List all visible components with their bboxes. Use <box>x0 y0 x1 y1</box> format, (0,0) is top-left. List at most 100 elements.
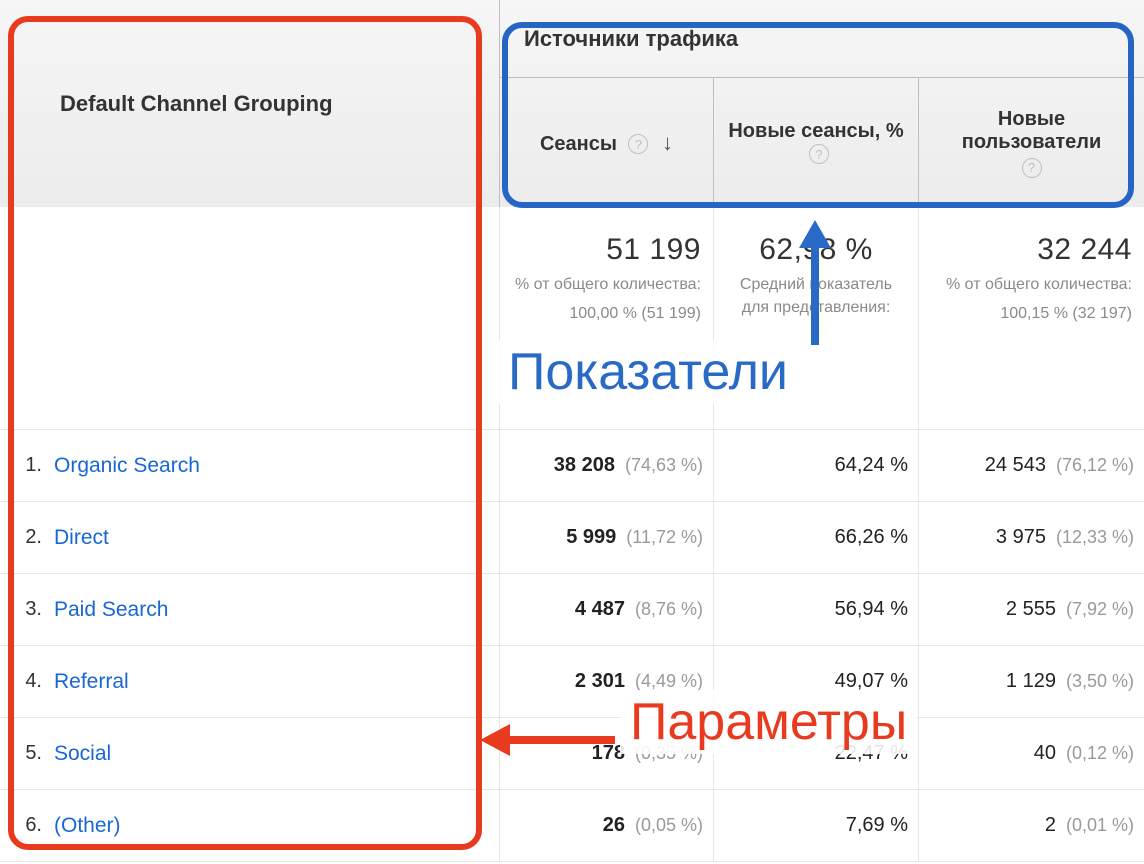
row-dimension-cell: 5. Social <box>0 718 500 789</box>
row-nu-pct: (76,12 %) <box>1056 455 1134 476</box>
channel-link[interactable]: Organic Search <box>54 454 200 478</box>
metrics-group-title: Источники трафика <box>500 0 1144 78</box>
channel-link[interactable]: Social <box>54 742 111 766</box>
summary-row: 51 199 % от общего количества: 100,00 % … <box>0 207 1144 430</box>
data-rows: 1. Organic Search 38 208 (74,63 %) 64,24… <box>0 430 1144 864</box>
col-new-sessions-pct-label: Новые сеансы, % <box>728 120 903 142</box>
table-row: 5. Social 178 (0,35 %) 22,47 % 40 (0,12 … <box>0 718 1144 790</box>
row-dimension-cell: 4. Referral <box>0 646 500 717</box>
row-sessions-value: 2 301 <box>575 670 625 693</box>
row-index: 1. <box>0 454 54 477</box>
row-index: 6. <box>0 814 54 837</box>
row-sessions: 38 208 (74,63 %) <box>500 430 714 501</box>
row-nu-value: 2 <box>1045 814 1056 837</box>
row-nu-pct: (12,33 %) <box>1056 527 1134 548</box>
row-sessions: 5 999 (11,72 %) <box>500 502 714 573</box>
table-header: Default Channel Grouping Источники трафи… <box>0 0 1144 207</box>
row-nu-value: 3 975 <box>996 526 1046 549</box>
row-nu-value: 2 555 <box>1006 598 1056 621</box>
row-new-users: 3 975 (12,33 %) <box>919 502 1144 573</box>
row-nu-pct: (7,92 %) <box>1066 599 1134 620</box>
help-icon[interactable]: ? <box>809 144 829 164</box>
row-sessions-value: 38 208 <box>554 454 615 477</box>
row-dimension-cell: 2. Direct <box>0 502 500 573</box>
col-header-sessions[interactable]: Сеансы ? ↓ <box>500 78 714 207</box>
row-index: 2. <box>0 526 54 549</box>
summary-nsp-sub: Средний показатель для представления: <box>726 273 906 319</box>
row-nsp: 49,07 % <box>714 646 919 717</box>
row-sessions: 26 (0,05 %) <box>500 790 714 861</box>
row-new-users: 2 (0,01 %) <box>919 790 1144 861</box>
row-new-users: 24 543 (76,12 %) <box>919 430 1144 501</box>
row-nu-pct: (0,01 %) <box>1066 815 1134 836</box>
col-header-new-users[interactable]: Новые пользователи ? <box>919 78 1144 207</box>
row-sessions-pct: (11,72 %) <box>626 527 703 548</box>
dimension-header-label: Default Channel Grouping <box>60 91 333 117</box>
channel-link[interactable]: Direct <box>54 526 109 550</box>
summary-new-users-sub1: % от общего количества: <box>931 273 1132 296</box>
metrics-group-title-text: Источники трафика <box>524 26 738 52</box>
analytics-report: Default Channel Grouping Источники трафи… <box>0 0 1144 864</box>
row-nu-value: 1 129 <box>1006 670 1056 693</box>
summary-sessions: 51 199 % от общего количества: 100,00 % … <box>500 207 714 429</box>
row-index: 4. <box>0 670 54 693</box>
row-sessions-pct: (0,05 %) <box>635 815 703 836</box>
row-nsp: 56,94 % <box>714 574 919 645</box>
row-nsp-value: 66,26 % <box>835 526 908 549</box>
summary-sessions-value: 51 199 <box>512 233 701 267</box>
row-sessions-pct: (0,35 %) <box>635 743 703 764</box>
row-sessions-value: 26 <box>603 814 625 837</box>
table-row: 1. Organic Search 38 208 (74,63 %) 64,24… <box>0 430 1144 502</box>
row-sessions-value: 178 <box>592 742 625 765</box>
summary-nsp-value: 62,98 % <box>726 233 906 267</box>
row-nsp: 7,69 % <box>714 790 919 861</box>
summary-new-users-value: 32 244 <box>931 233 1132 267</box>
row-nsp-value: 64,24 % <box>835 454 908 477</box>
table-row: 2. Direct 5 999 (11,72 %) 66,26 % 3 975 … <box>0 502 1144 574</box>
row-sessions-pct: (74,63 %) <box>625 455 703 476</box>
row-sessions-value: 4 487 <box>575 598 625 621</box>
row-nsp-value: 7,69 % <box>846 814 908 837</box>
summary-dimension-empty <box>0 207 500 429</box>
row-index: 5. <box>0 742 54 765</box>
row-new-users: 2 555 (7,92 %) <box>919 574 1144 645</box>
row-dimension-cell: 6. (Other) <box>0 790 500 861</box>
row-sessions-pct: (4,49 %) <box>635 671 703 692</box>
table-row: 3. Paid Search 4 487 (8,76 %) 56,94 % 2 … <box>0 574 1144 646</box>
row-nsp-value: 22,47 % <box>835 742 908 765</box>
metrics-column-headers: Сеансы ? ↓ Новые сеансы, % ? Новые польз… <box>500 78 1144 207</box>
help-icon[interactable]: ? <box>1022 158 1042 178</box>
row-nsp-value: 49,07 % <box>835 670 908 693</box>
col-new-users-label: Новые пользователи <box>962 108 1102 153</box>
channel-link[interactable]: Paid Search <box>54 598 168 622</box>
row-nu-pct: (0,12 %) <box>1066 743 1134 764</box>
row-dimension-cell: 1. Organic Search <box>0 430 500 501</box>
row-sessions: 4 487 (8,76 %) <box>500 574 714 645</box>
col-sessions-label: Сеансы <box>540 133 617 155</box>
summary-new-sessions-pct: 62,98 % Средний показатель для представл… <box>714 207 919 429</box>
row-sessions-pct: (8,76 %) <box>635 599 703 620</box>
summary-new-users-sub2: 100,15 % (32 197) <box>931 302 1132 325</box>
channel-link[interactable]: Referral <box>54 670 129 694</box>
row-nsp-value: 56,94 % <box>835 598 908 621</box>
dimension-header-cell[interactable]: Default Channel Grouping <box>0 0 500 207</box>
row-index: 3. <box>0 598 54 621</box>
row-nu-value: 24 543 <box>985 454 1046 477</box>
row-sessions-value: 5 999 <box>566 526 616 549</box>
row-nu-value: 40 <box>1034 742 1056 765</box>
help-icon[interactable]: ? <box>628 134 648 154</box>
row-new-users: 40 (0,12 %) <box>919 718 1144 789</box>
channel-link[interactable]: (Other) <box>54 814 121 838</box>
table-row: 6. (Other) 26 (0,05 %) 7,69 % 2 (0,01 %) <box>0 790 1144 862</box>
summary-new-users: 32 244 % от общего количества: 100,15 % … <box>919 207 1144 429</box>
row-nu-pct: (3,50 %) <box>1066 671 1134 692</box>
row-nsp: 64,24 % <box>714 430 919 501</box>
row-new-users: 1 129 (3,50 %) <box>919 646 1144 717</box>
row-nsp: 22,47 % <box>714 718 919 789</box>
summary-sessions-sub2: 100,00 % (51 199) <box>512 302 701 325</box>
row-sessions: 2 301 (4,49 %) <box>500 646 714 717</box>
row-sessions: 178 (0,35 %) <box>500 718 714 789</box>
summary-sessions-sub1: % от общего количества: <box>512 273 701 296</box>
row-dimension-cell: 3. Paid Search <box>0 574 500 645</box>
col-header-new-sessions-pct[interactable]: Новые сеансы, % ? <box>714 78 919 207</box>
